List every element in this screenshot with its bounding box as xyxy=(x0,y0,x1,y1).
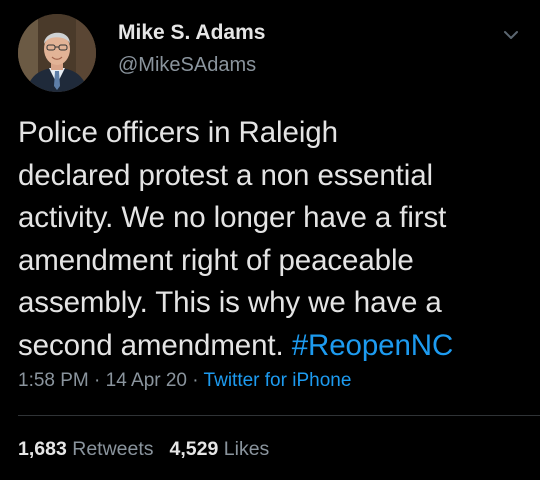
tweet-time[interactable]: 1:58 PM xyxy=(18,370,89,391)
tweet: Mike S. Adams @MikeSAdams Police officer… xyxy=(0,0,540,480)
avatar-image xyxy=(18,14,96,92)
hashtag-link[interactable]: #ReopenNC xyxy=(292,329,454,362)
likes-label: Likes xyxy=(223,438,270,460)
tweet-header: Mike S. Adams @MikeSAdams xyxy=(18,14,522,94)
tweet-line: activity. We no longer have a first xyxy=(18,201,447,234)
display-name[interactable]: Mike S. Adams xyxy=(118,20,265,46)
avatar[interactable] xyxy=(18,14,96,92)
likes-count: 4,529 xyxy=(169,438,219,460)
retweets-count: 1,683 xyxy=(18,438,67,460)
tweet-line: assembly. This is why we have a xyxy=(18,286,442,319)
retweets-stat[interactable]: 1,683 Retweets xyxy=(18,438,154,460)
author-names: Mike S. Adams @MikeSAdams xyxy=(118,20,265,78)
chevron-down-icon[interactable] xyxy=(500,24,522,46)
tweet-date[interactable]: 14 Apr 20 xyxy=(106,370,187,391)
retweets-label: Retweets xyxy=(72,438,154,460)
tweet-line: amendment right of peaceable xyxy=(18,243,414,277)
likes-stat[interactable]: 4,529 Likes xyxy=(170,438,270,460)
tweet-line-last: second amendment. #ReopenNC xyxy=(18,325,523,368)
divider xyxy=(18,415,540,416)
tweet-meta: 1:58 PM · 14 Apr 20 · Twitter for iPhone xyxy=(18,370,351,392)
tweet-text: Police officers in Raleigh declared prot… xyxy=(18,112,523,367)
tweet-line: Police officers in Raleigh xyxy=(18,116,338,149)
tweet-line: second amendment. xyxy=(18,328,292,362)
meta-separator: · xyxy=(187,370,204,391)
handle[interactable]: @MikeSAdams xyxy=(118,52,265,78)
source-link[interactable]: Twitter for iPhone xyxy=(204,370,352,391)
tweet-line: declared protest a non essential xyxy=(18,158,433,192)
tweet-stats: 1,683 Retweets 4,529 Likes xyxy=(18,438,269,461)
meta-separator: · xyxy=(88,370,106,391)
